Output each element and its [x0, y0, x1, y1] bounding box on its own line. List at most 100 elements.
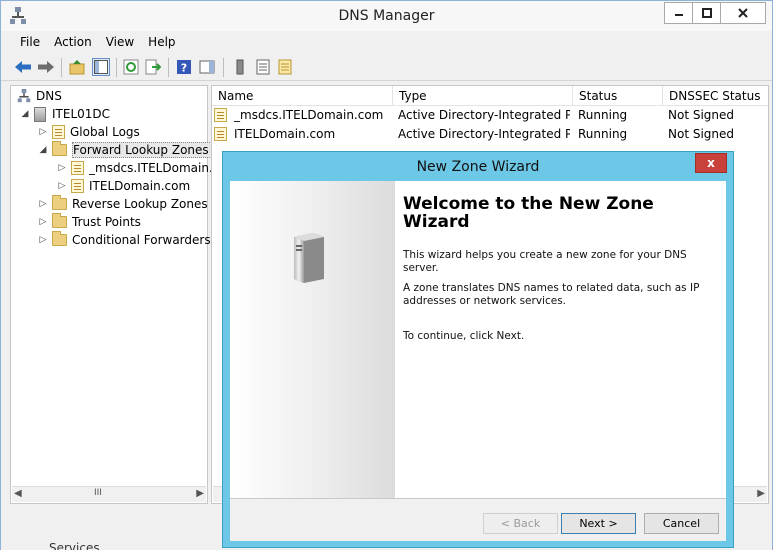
maximize-button[interactable]	[692, 2, 721, 24]
dns-icon	[17, 89, 31, 103]
table-row[interactable]: ITELDomain.com Active Directory-Integrat…	[212, 125, 768, 144]
tree-item-conditional-forwarders[interactable]: ▷ Conditional Forwarders	[38, 231, 211, 249]
table-row[interactable]: _msdcs.ITELDomain.com Active Directory-I…	[212, 106, 768, 125]
close-icon	[738, 8, 748, 18]
cell-name: ITELDomain.com	[234, 127, 336, 141]
tree-item-msdcs-zone[interactable]: ▷ _msdcs.ITELDomain.c	[57, 159, 219, 177]
tree-item-iteldomain-zone[interactable]: ▷ ITELDomain.com	[57, 177, 190, 195]
zone-file-icon	[278, 59, 292, 75]
cell-status: Running	[578, 108, 628, 122]
column-header-name[interactable]: Name	[212, 86, 393, 106]
up-one-level-button[interactable]	[68, 58, 86, 76]
new-zone-wizard-dialog: New Zone Wizard x Welcome to the New Zon…	[222, 151, 734, 548]
menu-help[interactable]: Help	[141, 32, 182, 54]
menu-action[interactable]: Action	[47, 32, 99, 54]
wizard-intro-paragraph: This wizard helps you create a new zone …	[403, 249, 703, 275]
tree-item-trust-points[interactable]: ▷ Trust Points	[38, 213, 141, 231]
tree-item-reverse-lookup-zones[interactable]: ▷ Reverse Lookup Zones	[38, 195, 208, 213]
wizard-side-panel	[230, 181, 395, 498]
forward-arrow-icon	[38, 61, 54, 73]
collapsed-arrow-icon[interactable]: ▷	[38, 127, 48, 137]
server-action-button[interactable]	[231, 58, 249, 76]
zone-icon	[214, 127, 227, 141]
folder-icon	[52, 231, 67, 246]
back-button[interactable]	[14, 58, 32, 76]
window-title: DNS Manager	[338, 8, 435, 24]
collapsed-arrow-icon[interactable]: ▷	[38, 217, 48, 227]
minimize-button[interactable]	[664, 2, 693, 24]
wizard-heading: Welcome to the New Zone Wizard	[403, 195, 713, 231]
collapsed-arrow-icon[interactable]: ▷	[38, 235, 48, 245]
svg-text:?: ?	[181, 62, 187, 75]
scroll-right-arrow-icon[interactable]: ▶	[196, 488, 204, 499]
collapsed-arrow-icon[interactable]: ▷	[38, 199, 48, 209]
cell-dnssec: Not Signed	[668, 127, 735, 141]
minimize-icon	[674, 14, 683, 16]
tree-item-label: Forward Lookup Zones	[72, 142, 214, 158]
wizard-divider	[230, 498, 726, 499]
toolbar: ?	[1, 54, 772, 81]
wizard-continue-text: To continue, click Next.	[403, 330, 525, 342]
cell-type: Active Directory-Integrated Pr...	[398, 108, 570, 122]
server-icon	[236, 59, 244, 75]
wizard-intro-line1: This wizard helps you create a new zone …	[403, 249, 687, 261]
wizard-zone-line2: addresses or network services.	[403, 295, 566, 307]
tree-item-label: Reverse Lookup Zones	[72, 197, 208, 211]
expanded-arrow-icon[interactable]: ◢	[20, 109, 30, 119]
list-header: Name Type Status DNSSEC Status	[212, 86, 768, 106]
help-button[interactable]: ?	[175, 58, 193, 76]
console-tree[interactable]: DNS ◢ ITEL01DC ▷ Global Logs ◢ Forward L…	[10, 85, 219, 504]
tree-item-label: _msdcs.ITELDomain.c	[89, 161, 220, 175]
folder-icon	[52, 141, 67, 156]
tree-horizontal-scrollbar[interactable]: ◀ III ▶	[12, 486, 206, 502]
status-text: Services	[49, 541, 100, 550]
cell-status: Running	[578, 127, 628, 141]
export-list-button[interactable]	[144, 58, 162, 76]
toolbar-separator	[61, 58, 62, 77]
cell-name: _msdcs.ITELDomain.com	[234, 108, 384, 122]
tree-item-server[interactable]: ◢ ITEL01DC	[20, 105, 110, 123]
wizard-intro-line2: server.	[403, 262, 439, 274]
show-action-pane-button[interactable]	[198, 58, 216, 76]
wizard-close-button[interactable]: x	[695, 153, 727, 173]
zone-icon	[214, 108, 227, 122]
tree-item-label: Global Logs	[70, 125, 140, 139]
maximize-icon	[701, 8, 712, 18]
forward-button[interactable]	[37, 58, 55, 76]
cancel-button[interactable]: Cancel	[644, 513, 719, 534]
menu-file[interactable]: File	[13, 32, 47, 54]
menu-bar: File Action View Help	[1, 32, 772, 54]
zone-action-button[interactable]	[254, 58, 272, 76]
column-header-dnssec-status[interactable]: DNSSEC Status	[663, 86, 768, 106]
scroll-thumb-grip[interactable]: III	[94, 488, 102, 498]
zone-records-button[interactable]	[276, 58, 294, 76]
tree-item-dns[interactable]: DNS	[17, 87, 62, 105]
export-icon	[145, 59, 161, 75]
column-header-status[interactable]: Status	[573, 86, 663, 106]
back-button[interactable]: < Back	[483, 513, 558, 534]
scroll-left-arrow-icon[interactable]: ◀	[14, 488, 22, 499]
show-hide-console-tree-button[interactable]	[92, 58, 110, 76]
close-button[interactable]	[720, 2, 766, 24]
column-header-type[interactable]: Type	[393, 86, 573, 106]
menu-view[interactable]: View	[99, 32, 141, 54]
collapsed-arrow-icon[interactable]: ▷	[57, 163, 67, 173]
wizard-title[interactable]: New Zone Wizard	[223, 152, 733, 182]
tree-item-forward-lookup-zones[interactable]: ◢ Forward Lookup Zones	[38, 141, 214, 159]
wizard-heading-line1: Welcome to the New Zone	[403, 194, 654, 214]
server-icon	[34, 106, 46, 122]
tree-item-label: ITEL01DC	[52, 107, 111, 121]
wizard-zone-paragraph: A zone translates DNS names to related d…	[403, 282, 703, 308]
list-view-icon	[256, 59, 270, 75]
cell-dnssec: Not Signed	[668, 108, 735, 122]
refresh-button[interactable]	[122, 58, 140, 76]
server-tower-icon	[294, 233, 324, 283]
title-bar[interactable]: DNS Manager	[1, 1, 772, 31]
refresh-icon	[123, 59, 139, 75]
expanded-arrow-icon[interactable]: ◢	[38, 145, 48, 155]
next-button[interactable]: Next >	[561, 513, 636, 534]
tree-item-global-logs[interactable]: ▷ Global Logs	[38, 123, 140, 141]
scroll-right-arrow-icon[interactable]: ▶	[757, 488, 765, 499]
back-arrow-icon	[15, 61, 31, 73]
collapsed-arrow-icon[interactable]: ▷	[57, 181, 67, 191]
